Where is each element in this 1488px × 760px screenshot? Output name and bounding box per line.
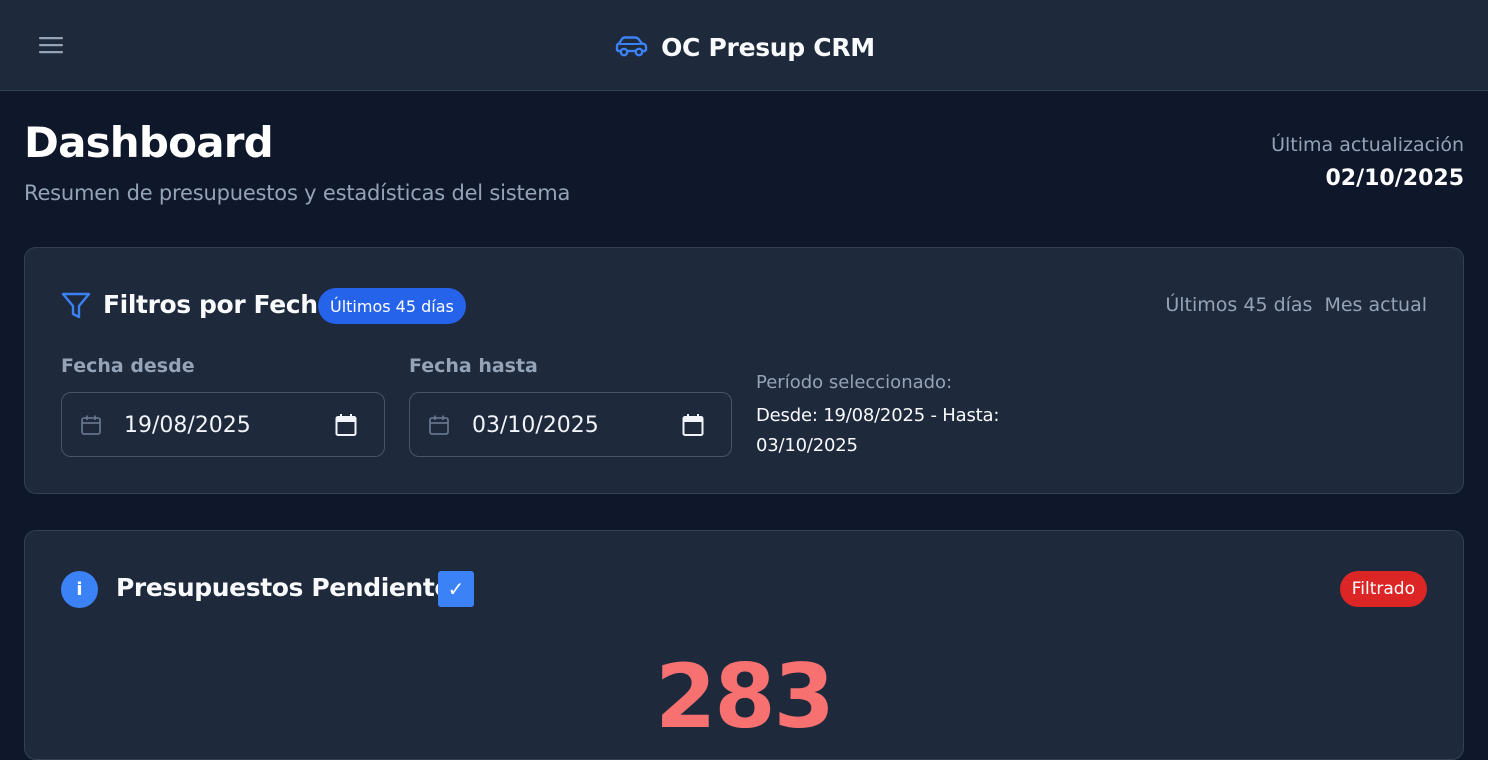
- filtered-badge: Filtrado: [1339, 571, 1427, 607]
- selected-period-value: Desde: 19/08/2025 - Hasta: 03/10/2025: [756, 405, 1000, 456]
- car-icon: [615, 36, 648, 57]
- pending-budgets-count: 283: [655, 645, 835, 748]
- last-update-date: 02/10/2025: [1325, 166, 1464, 191]
- quick-range-links: Últimos 45 días Mes actual: [1165, 294, 1427, 316]
- date-from-label: Fecha desde: [61, 355, 195, 377]
- app-title: OC Presup CRM: [661, 32, 875, 62]
- calendar-icon: [429, 415, 449, 435]
- quick-link-last-45-days[interactable]: Últimos 45 días: [1165, 294, 1312, 316]
- calendar-picker-icon[interactable]: [682, 413, 704, 437]
- date-from-input[interactable]: 19/08/2025: [61, 392, 385, 457]
- date-to-label: Fecha hasta: [409, 355, 538, 377]
- date-from-value: 19/08/2025: [124, 413, 251, 438]
- filter-icon: [61, 292, 91, 319]
- page-title: Dashboard: [24, 118, 274, 167]
- calendar-icon: [81, 415, 101, 435]
- quick-link-current-month[interactable]: Mes actual: [1324, 294, 1427, 316]
- pending-budgets-title: Presupuestos Pendientes: [116, 573, 466, 602]
- date-filters-card: Filtros por Fecha Últimos 45 días Último…: [24, 247, 1464, 494]
- brand[interactable]: OC Presup CRM: [0, 30, 1488, 64]
- date-to-value: 03/10/2025: [472, 413, 599, 438]
- page-subtitle: Resumen de presupuestos y estadísticas d…: [24, 181, 571, 205]
- last-update-label: Última actualización: [1271, 134, 1464, 156]
- pending-checkbox[interactable]: ✓: [438, 571, 474, 607]
- filters-title: Filtros por Fecha: [103, 290, 335, 319]
- date-to-input[interactable]: 03/10/2025: [409, 392, 732, 457]
- active-filter-chip: Últimos 45 días: [318, 288, 466, 324]
- info-icon: i: [61, 571, 98, 608]
- top-bar: OC Presup CRM: [0, 0, 1488, 91]
- pending-budgets-card: i Presupuestos Pendientes ✓ Filtrado 283: [24, 530, 1464, 760]
- selected-period-label: Período seleccionado:: [756, 372, 953, 393]
- calendar-picker-icon[interactable]: [335, 413, 357, 437]
